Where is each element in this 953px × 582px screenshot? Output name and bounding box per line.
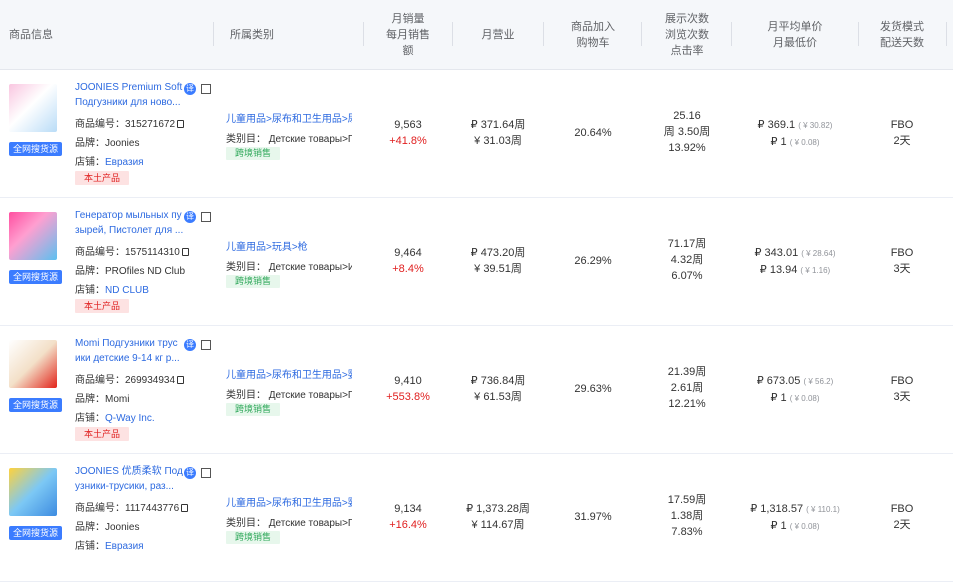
table-row: 全网搜货源 Momi Подгузники трус ики детские 9… — [0, 326, 953, 454]
product-brand: 品牌：Momi — [75, 394, 130, 405]
product-thumbnail[interactable] — [9, 468, 57, 516]
shop-link[interactable]: Евразия — [105, 157, 144, 168]
views-stats: 21.39周 2.61周 12.21% — [667, 366, 707, 410]
copy-icon[interactable] — [181, 504, 189, 512]
image-search-icon[interactable] — [201, 84, 211, 94]
views-stats: 17.59周 1.38周 7.83% — [667, 494, 707, 538]
product-brand: 品牌：Joonies — [75, 138, 140, 149]
header-shipping[interactable]: 发货模式 配送天数 — [859, 0, 945, 69]
all-net-source-button[interactable]: 全网搜货源 — [9, 142, 62, 156]
all-net-source-button[interactable]: 全网搜货源 — [9, 398, 62, 412]
header-price[interactable]: 月平均单价 月最低价 — [732, 0, 858, 69]
cross-border-tag: 跨境销售 — [226, 531, 281, 544]
table-row: 全网搜货源 JOONIES Premium Soft Подгузники дл… — [0, 70, 953, 198]
translate-icon[interactable]: 译 — [184, 467, 196, 479]
copy-icon[interactable] — [177, 376, 185, 384]
product-shop: 店铺：Евразия — [75, 541, 144, 552]
table-row: 全网搜货源 Генератор мыльных пу зырей, Пистол… — [0, 198, 953, 326]
product-title-link[interactable]: Momi Подгузники трус ики детские 9-14 кг… — [75, 336, 183, 366]
header-monthly-sales[interactable]: 月销量 每月销售额 — [364, 0, 452, 69]
product-thumbnail[interactable] — [9, 212, 57, 260]
shop-link[interactable]: Евразия — [105, 541, 144, 552]
category-ru: 类别目： Детские товары>По — [226, 390, 352, 401]
views-stats: 25.16 周 3.50周 13.92% — [663, 110, 711, 154]
category-path-link[interactable]: 儿童用品>玩具>枪 — [226, 238, 352, 253]
monthly-sales: 9,464 +8.4% — [392, 247, 424, 275]
header-category: 所属类别 — [230, 28, 274, 41]
monthly-sales: 9,410 +553.8% — [386, 375, 430, 403]
views-stats: 71.17周 4.32周 6.07% — [667, 238, 707, 282]
shop-link[interactable]: Q-Way Inc. — [105, 413, 155, 424]
cross-border-tag: 跨境销售 — [226, 147, 281, 160]
translate-icon[interactable]: 译 — [184, 339, 196, 351]
product-shop: 店铺：Q-Way Inc. — [75, 413, 155, 424]
product-sku: 商品编号：1117443776 — [75, 499, 189, 514]
product-sku: 商品编号：269934934 — [75, 371, 185, 386]
category-ru: 类别目： Детские товары>Иг — [226, 262, 352, 273]
all-net-source-button[interactable]: 全网搜货源 — [9, 270, 62, 284]
category-ru: 类别目： Детские товары>По — [226, 518, 352, 529]
shipping-info: FBO 3天 — [890, 375, 914, 403]
cart-rate: 29.63% — [574, 383, 612, 395]
shipping-info: FBO 3天 — [890, 247, 914, 275]
header-views[interactable]: 展示次数 浏览次数 点击率 — [642, 0, 732, 69]
price-stats: ₽ 673.05 ( ¥ 56.2) ₽ 1 ( ¥ 0.08) — [756, 375, 834, 404]
product-brand: 品牌：PROfiles ND Club — [75, 266, 186, 277]
product-brand: 品牌：Joonies — [75, 522, 140, 533]
product-thumbnail[interactable] — [9, 340, 57, 388]
image-search-icon[interactable] — [201, 468, 211, 478]
product-shop: 店铺：Евразия — [75, 157, 144, 168]
cart-rate: 31.97% — [574, 511, 612, 523]
product-table: 商品信息 所属类别 月销量 每月销售额 月营业 商品加入 购物车 展示次数 浏览次数点… — [0, 0, 953, 582]
image-search-icon[interactable] — [201, 212, 211, 222]
price-stats: ₽ 369.1 ( ¥ 30.82) ₽ 1 ( ¥ 0.08) — [757, 119, 833, 148]
product-shop: 店铺：ND CLUB — [75, 285, 149, 296]
monthly-sales: 9,563 +41.8% — [389, 119, 427, 147]
product-sku: 商品编号：315271672 — [75, 115, 185, 130]
category-path-link[interactable]: 儿童用品>尿布和卫生用品>尿 — [226, 110, 352, 125]
local-product-tag: 本土产品 — [75, 299, 130, 313]
category-path-link[interactable]: 儿童用品>尿布和卫生用品>婴儿 — [226, 494, 352, 509]
shop-link[interactable]: ND CLUB — [105, 285, 149, 296]
product-title-link[interactable]: JOONIES 优质柔软 Подг узники-трусики, раз... — [75, 464, 183, 494]
header-cart[interactable]: 商品加入 购物车 — [544, 0, 642, 69]
local-product-tag: 本土产品 — [75, 171, 130, 185]
cross-border-tag: 跨境销售 — [226, 403, 281, 416]
product-sku: 商品编号：1575114310 — [75, 243, 189, 258]
monthly-revenue: ₽ 1,373.28周 ¥ 114.67周 — [466, 503, 530, 531]
category-ru: 类别目： Детские товары>По — [226, 134, 352, 145]
cart-rate: 20.64% — [574, 127, 612, 139]
all-net-source-button[interactable]: 全网搜货源 — [9, 526, 62, 540]
table-row: 全网搜货源 JOONIES 优质柔软 Подг узники-трусики, … — [0, 454, 953, 582]
translate-icon[interactable]: 译 — [184, 83, 196, 95]
cart-rate: 26.29% — [574, 255, 612, 267]
monthly-revenue: ₽ 473.20周 ¥ 39.51周 — [470, 247, 526, 275]
local-product-tag: 本土产品 — [75, 427, 130, 441]
monthly-revenue: ₽ 736.84周 ¥ 61.53周 — [470, 375, 526, 403]
product-thumbnail[interactable] — [9, 84, 57, 132]
monthly-sales: 9,134 +16.4% — [389, 503, 427, 531]
table-header: 商品信息 所属类别 月销量 每月销售额 月营业 商品加入 购物车 展示次数 浏览次数点… — [0, 0, 953, 70]
product-title-link[interactable]: JOONIES Premium Soft Подгузники для ново… — [75, 80, 183, 110]
cross-border-tag: 跨境销售 — [226, 275, 281, 288]
shipping-info: FBO 2天 — [890, 119, 914, 147]
header-product-info: 商品信息 — [9, 28, 53, 41]
header-monthly-revenue[interactable]: 月营业 — [453, 0, 543, 69]
shipping-info: FBO 2天 — [890, 503, 914, 531]
monthly-revenue: ₽ 371.64周 ¥ 31.03周 — [470, 119, 526, 147]
price-stats: ₽ 1,318.57 ( ¥ 110.1) ₽ 1 ( ¥ 0.08) — [750, 503, 840, 532]
copy-icon[interactable] — [177, 120, 185, 128]
product-title-link[interactable]: Генератор мыльных пу зырей, Пистолет для… — [75, 208, 183, 238]
translate-icon[interactable]: 译 — [184, 211, 196, 223]
copy-icon[interactable] — [181, 248, 189, 256]
image-search-icon[interactable] — [201, 340, 211, 350]
price-stats: ₽ 343.01 ( ¥ 28.64) ₽ 13.94 ( ¥ 1.16) — [754, 247, 836, 276]
category-path-link[interactable]: 儿童用品>尿布和卫生用品>婴儿 — [226, 366, 352, 381]
